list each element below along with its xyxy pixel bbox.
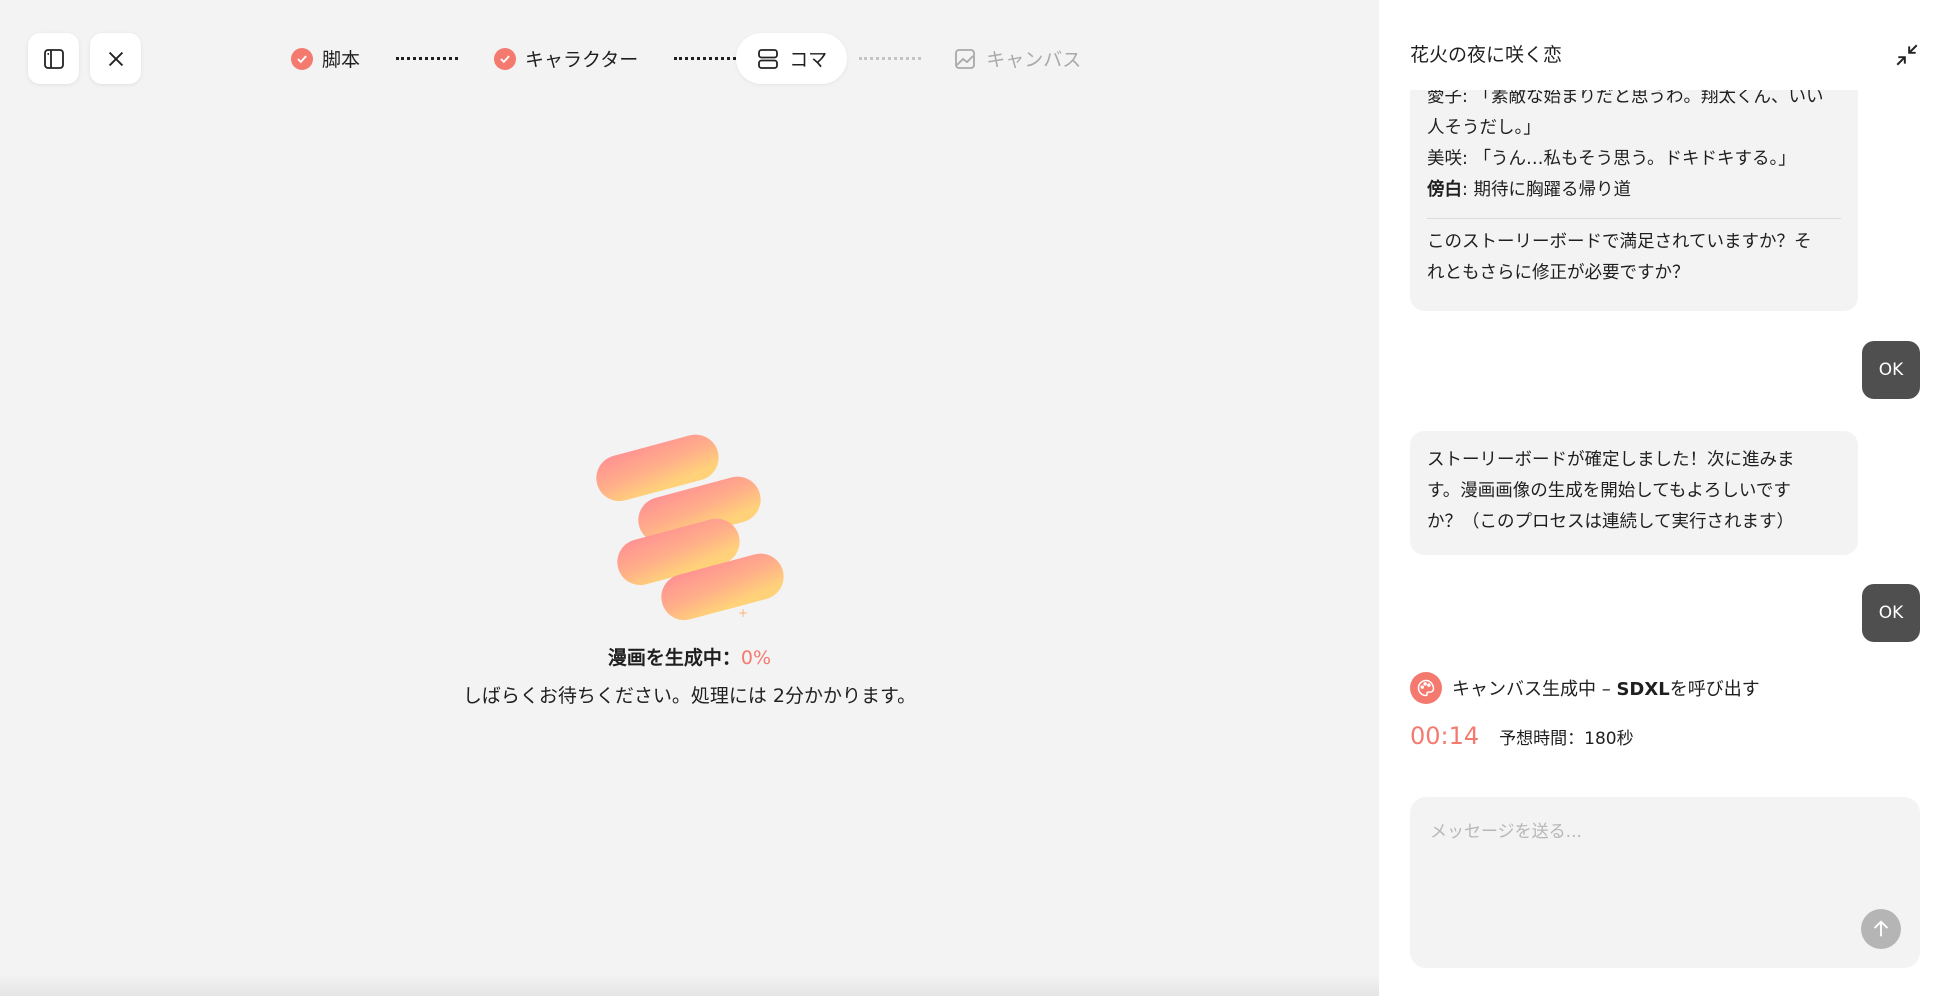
message-line: す。漫画画像の生成を開始してもよろしいです xyxy=(1427,481,1791,501)
message-line: か？（このプロセスは連続して実行されます） xyxy=(1427,512,1794,532)
generation-status: 漫画を生成中：0% xyxy=(0,643,1379,670)
generation-percent: 0% xyxy=(740,647,772,669)
close-button[interactable] xyxy=(90,33,141,84)
step-label: キャラクター xyxy=(525,49,639,71)
user-message-ok: OK xyxy=(1862,341,1920,399)
assistant-message: ストーリーボードが確定しました！次に進みま す。漫画画像の生成を開始してもよろし… xyxy=(1410,431,1858,555)
generating-animation: + xyxy=(596,434,784,620)
progress-stepper: 脚本 キャラクター コマ キャンバス xyxy=(285,33,1087,84)
message-line: 美咲: 「うん…私もそう思う。ドキドキする。」 xyxy=(1427,149,1796,169)
chat-title: 花火の夜に咲く恋 xyxy=(1410,44,1563,66)
message-line: このストーリーボードで満足されていますか？そ xyxy=(1427,232,1812,252)
message-line: れともさらに修正が必要ですか？ xyxy=(1427,263,1690,283)
status-text: キャンバス生成中 – xyxy=(1452,679,1617,700)
step-canvas[interactable]: キャンバス xyxy=(947,33,1087,84)
collapse-icon[interactable] xyxy=(1894,42,1920,68)
timer-row: 00:14 予想時間：180秒 xyxy=(1410,722,1634,750)
workspace: 脚本 キャラクター コマ キャンバス + 漫画を生成中：0% しばらくお待ちくだ… xyxy=(0,0,1379,996)
generation-subtitle: しばらくお待ちください。処理には 2分かかります。 xyxy=(462,685,917,707)
step-label: キャンバス xyxy=(986,49,1082,71)
elapsed-timer: 00:14 xyxy=(1410,722,1480,750)
send-button[interactable] xyxy=(1861,909,1901,949)
chat-panel: 愛子: 「素敵な始まりだと思うわ。翔太くん、いい 人そうだし。」 美咲: 「うん… xyxy=(1379,0,1950,996)
palette-icon xyxy=(1410,672,1442,704)
user-message-ok: OK xyxy=(1862,584,1920,642)
generation-title: 漫画を生成中： xyxy=(607,647,741,669)
step-character[interactable]: キャラクター xyxy=(488,33,644,84)
narration-line: 傍白: 期待に胸躍る帰り道 xyxy=(1427,175,1841,206)
message-composer xyxy=(1410,797,1920,968)
check-circle-icon xyxy=(291,47,313,70)
sidebar-toggle-icon xyxy=(43,48,64,69)
canvas-status: キャンバス生成中 – SDXLを呼び出す xyxy=(1410,672,1760,704)
svg-text:+: + xyxy=(738,606,748,620)
bottom-shadow xyxy=(0,974,1379,996)
check-circle-icon xyxy=(494,47,517,70)
step-label: 脚本 xyxy=(322,49,361,71)
estimated-time: 予想時間：180秒 xyxy=(1499,729,1634,749)
close-icon xyxy=(108,51,123,66)
step-label: コマ xyxy=(789,49,828,71)
step-connector xyxy=(859,57,922,60)
step-connector xyxy=(396,57,459,60)
step-connector xyxy=(674,57,737,60)
message-line: ストーリーボードが確定しました！次に進みま xyxy=(1427,450,1795,470)
step-panels[interactable]: コマ xyxy=(736,33,848,84)
message-input[interactable] xyxy=(1410,797,1920,917)
step-script[interactable]: 脚本 xyxy=(285,33,366,84)
sidebar-toggle-button[interactable] xyxy=(28,33,79,84)
divider xyxy=(1427,218,1841,219)
narration-label: 傍白 xyxy=(1427,180,1462,200)
panels-icon xyxy=(758,48,779,69)
assistant-message: 愛子: 「素敵な始まりだと思うわ。翔太くん、いい 人そうだし。」 美咲: 「うん… xyxy=(1410,60,1858,311)
image-icon xyxy=(955,48,976,69)
narration-text: : 期待に胸躍る帰り道 xyxy=(1462,180,1631,200)
message-line: 人そうだし。」 xyxy=(1427,118,1541,138)
chat-header: 花火の夜に咲く恋 xyxy=(1379,0,1950,90)
arrow-up-icon xyxy=(1873,920,1889,937)
status-model: SDXL xyxy=(1616,679,1670,700)
status-suffix: を呼び出す xyxy=(1669,679,1760,700)
